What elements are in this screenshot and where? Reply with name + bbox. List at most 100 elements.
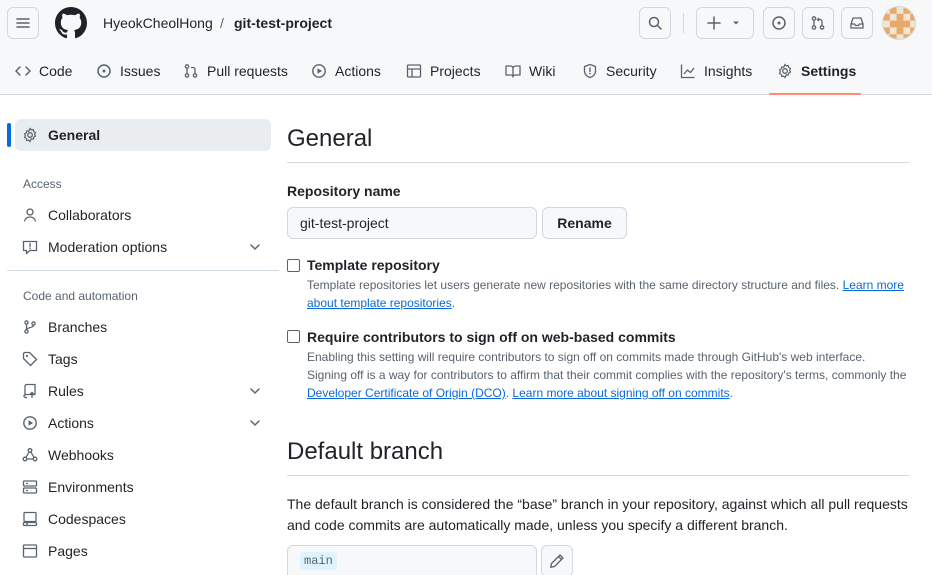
tab-wiki[interactable]: Wiki	[505, 55, 555, 87]
tab-settings[interactable]: Settings	[777, 55, 856, 87]
breadcrumb-repo[interactable]: git-test-project	[234, 14, 332, 32]
tab-security-label: Security	[606, 63, 657, 79]
sidebar-item-pages[interactable]: Pages	[15, 535, 271, 567]
pencil-icon	[550, 554, 564, 568]
create-new-button[interactable]	[696, 7, 754, 39]
tab-insights[interactable]: Insights	[680, 55, 752, 87]
sidebar-item-collaborators[interactable]: Collaborators	[15, 199, 271, 231]
sidebar-item-label: Moderation options	[48, 239, 168, 255]
graph-icon	[680, 64, 695, 79]
repo-name-label: Repository name	[287, 183, 401, 199]
breadcrumb-owner[interactable]: HyeokCheolHong	[103, 14, 213, 32]
repo-push-icon	[23, 383, 36, 399]
header-divider	[683, 13, 684, 33]
sidebar-item-actions[interactable]: Actions	[15, 407, 271, 439]
edit-default-branch-button[interactable]	[541, 545, 573, 575]
sidebar-item-tags[interactable]: Tags	[15, 343, 271, 375]
tab-pull-requests-label: Pull requests	[207, 63, 288, 79]
your-pull-requests-button[interactable]	[802, 7, 834, 39]
github-logo[interactable]	[55, 7, 87, 39]
pull-request-icon	[184, 64, 198, 78]
active-tab-indicator	[769, 93, 861, 95]
default-branch-divider	[287, 475, 909, 476]
browser-icon	[22, 544, 38, 558]
search-icon	[648, 16, 662, 30]
tab-actions-label: Actions	[335, 63, 381, 79]
server-icon	[22, 480, 38, 494]
tab-actions[interactable]: Actions	[311, 55, 381, 87]
sidebar-item-label: Pages	[48, 543, 88, 559]
sidebar-item-webhooks[interactable]: Webhooks	[15, 439, 271, 471]
signoff-learn-more-link[interactable]: Learn more about signing off on commits	[512, 386, 729, 400]
gear-icon	[23, 127, 37, 143]
tag-icon	[22, 351, 38, 367]
table-icon	[406, 64, 422, 78]
chevron-down-icon[interactable]	[247, 239, 263, 255]
book-icon	[505, 65, 521, 78]
chevron-down-icon[interactable]	[247, 383, 263, 399]
sidebar-item-rules[interactable]: Rules	[15, 375, 271, 407]
sidebar-item-codespaces[interactable]: Codespaces	[15, 503, 271, 535]
signoff-desc: Enabling this setting will require contr…	[307, 350, 907, 382]
signoff-title: Require contributors to sign off on web-…	[307, 329, 676, 345]
title-divider	[287, 162, 909, 163]
template-repository-note: Template repositories let users generate…	[307, 276, 907, 312]
signoff-period: .	[729, 386, 733, 400]
repo-name-input[interactable]	[287, 207, 537, 239]
your-issues-button[interactable]	[763, 7, 795, 39]
tab-projects[interactable]: Projects	[406, 55, 481, 87]
inbox-icon	[850, 17, 864, 29]
tab-pull-requests[interactable]: Pull requests	[183, 55, 288, 87]
template-repository-checkbox[interactable]	[287, 259, 300, 272]
tab-issues-label: Issues	[120, 63, 161, 79]
tab-projects-label: Projects	[430, 63, 481, 79]
code-icon	[15, 66, 31, 76]
breadcrumb-separator: /	[220, 15, 224, 31]
tab-code[interactable]: Code	[15, 55, 72, 87]
dco-link[interactable]: Developer Certificate of Origin (DCO)	[307, 386, 506, 400]
tab-insights-label: Insights	[704, 63, 753, 79]
menu-icon	[16, 18, 30, 28]
search-button[interactable]	[639, 7, 671, 39]
branch-icon	[24, 320, 36, 334]
sidebar-item-label: Actions	[48, 415, 94, 431]
sidebar-item-environments[interactable]: Environments	[15, 471, 271, 503]
sidebar-item-label: General	[48, 127, 101, 143]
tab-issues[interactable]: Issues	[96, 55, 160, 87]
play-icon	[23, 416, 37, 430]
identicon-icon	[883, 7, 915, 39]
sidebar-item-label: Branches	[48, 319, 108, 335]
play-icon	[312, 64, 326, 78]
sidebar-item-moderation-options[interactable]: Moderation options	[15, 231, 271, 263]
report-icon	[22, 240, 38, 255]
sidebar-item-branches[interactable]: Branches	[15, 311, 271, 343]
default-branch-name: main	[300, 552, 337, 570]
template-period: .	[451, 296, 456, 310]
tab-settings-label: Settings	[801, 63, 857, 79]
repo-nav: Code Issues Pull requests Actions Projec…	[0, 55, 932, 95]
gear-icon	[778, 63, 792, 79]
notifications-button[interactable]	[841, 7, 873, 39]
sidebar-item-label: Environments	[48, 479, 134, 495]
default-branch-description: The default branch is considered the “ba…	[287, 496, 908, 533]
sidebar-heading-access: Access	[23, 177, 62, 191]
tab-security[interactable]: Security	[582, 55, 657, 87]
tab-code-label: Code	[39, 63, 73, 79]
avatar[interactable]	[882, 6, 916, 40]
template-desc: Template repositories let users generate…	[307, 278, 840, 292]
sidebar-divider	[7, 270, 279, 271]
menu-button[interactable]	[7, 7, 39, 39]
issue-icon	[772, 16, 786, 30]
sidebar-item-general[interactable]: General	[15, 119, 271, 151]
template-repository-title: Template repository	[307, 257, 440, 273]
sidebar-item-label: Webhooks	[48, 447, 114, 463]
person-icon	[23, 208, 37, 222]
signoff-mid: .	[505, 386, 510, 400]
signoff-checkbox[interactable]	[287, 330, 300, 343]
shield-icon	[583, 63, 597, 79]
webhook-icon	[22, 448, 38, 462]
chevron-down-icon[interactable]	[247, 415, 263, 431]
rename-button[interactable]: Rename	[542, 207, 627, 239]
codespaces-icon	[22, 511, 38, 527]
tab-wiki-label: Wiki	[529, 63, 556, 79]
